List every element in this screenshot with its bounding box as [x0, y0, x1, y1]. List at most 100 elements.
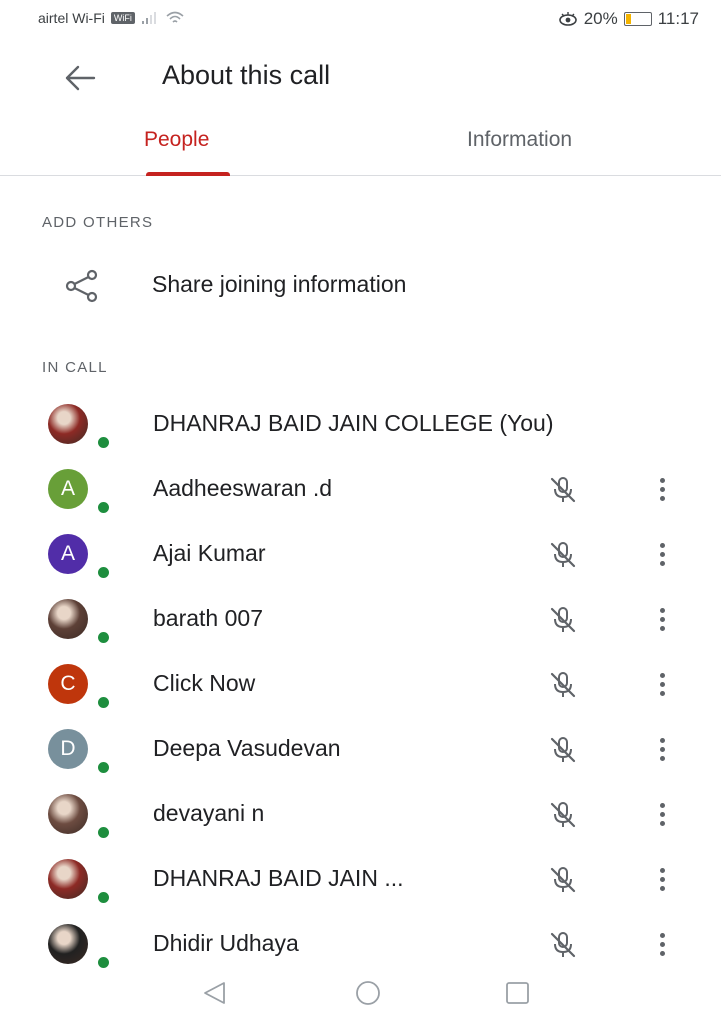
tab-people[interactable]: People [144, 128, 209, 152]
back-button[interactable] [58, 58, 102, 98]
more-vert-icon-dot [659, 746, 665, 752]
participant-row[interactable]: A Aadheeswaran .d [0, 457, 721, 521]
mic-off-icon [550, 802, 576, 828]
participant-name: Ajai Kumar [153, 540, 266, 566]
share-icon [65, 269, 98, 303]
participant-avatar [48, 404, 88, 444]
participant-row[interactable]: devayani n [0, 782, 721, 846]
nav-recents-button[interactable] [504, 980, 532, 1011]
participant-row[interactable]: barath 007 [0, 587, 721, 651]
status-bar: airtel Wi-Fi WiFi 20% 11:17 [0, 0, 721, 40]
more-vert-icon-dot [659, 672, 665, 678]
online-status-dot [96, 825, 111, 840]
app-bar: About this call [0, 48, 721, 108]
more-vert-icon-dot [659, 820, 665, 826]
eye-comfort-icon [558, 12, 577, 26]
participant-row[interactable]: DHANRAJ BAID JAIN ... [0, 847, 721, 911]
online-status-dot [96, 760, 111, 775]
status-right: 20% 11:17 [558, 9, 699, 29]
more-options-button[interactable] [648, 601, 676, 637]
participant-row[interactable]: A Ajai Kumar [0, 522, 721, 586]
more-vert-icon-dot [659, 486, 665, 492]
more-vert-icon-dot [659, 802, 665, 808]
more-vert-icon-dot [659, 941, 665, 947]
online-status-dot [96, 695, 111, 710]
online-status-dot [96, 890, 111, 905]
more-options-button[interactable] [648, 861, 676, 897]
participant-name: Deepa Vasudevan [153, 735, 341, 761]
wifi-badge: WiFi [110, 12, 135, 24]
more-vert-icon-dot [659, 542, 665, 548]
more-vert-icon-dot [659, 755, 665, 761]
participant-avatar [48, 599, 88, 639]
mic-off-icon [550, 542, 576, 568]
participant-name: barath 007 [153, 605, 263, 631]
participant-avatar [48, 924, 88, 964]
square-recents-icon [506, 982, 529, 1004]
clock: 11:17 [657, 9, 699, 28]
participant-avatar: A [48, 534, 88, 574]
signal-icon [141, 12, 156, 24]
mic-off-icon [550, 672, 576, 698]
triangle-back-icon [204, 982, 225, 1004]
wifi-icon [166, 11, 184, 23]
more-vert-icon-dot [659, 607, 665, 613]
participant-name: Aadheeswaran .d [153, 475, 333, 501]
participant-avatar: A [48, 469, 88, 509]
participant-name: DHANRAJ BAID JAIN COLLEGE (You) [153, 410, 554, 436]
nav-back-button[interactable] [200, 980, 228, 1011]
more-vert-icon-dot [659, 811, 665, 817]
page-title: About this call [162, 60, 331, 90]
battery-percent: 20% [583, 9, 618, 28]
add-others-header: ADD OTHERS [42, 214, 154, 231]
participant-avatar [48, 794, 88, 834]
more-vert-icon-dot [659, 876, 665, 882]
participant-name: Click Now [153, 670, 256, 696]
circle-home-icon [356, 981, 380, 1005]
active-tab-indicator [146, 172, 230, 176]
more-options-button[interactable] [648, 666, 676, 702]
more-vert-icon-dot [659, 950, 665, 956]
more-options-button[interactable] [648, 731, 676, 767]
more-vert-icon-dot [659, 737, 665, 743]
participant-avatar: C [48, 664, 88, 704]
more-vert-icon-dot [659, 495, 665, 501]
participant-avatar: D [48, 729, 88, 769]
more-options-button[interactable] [648, 796, 676, 832]
nav-home-button[interactable] [353, 980, 383, 1011]
participant-row[interactable]: C Click Now [0, 652, 721, 716]
more-options-button[interactable] [648, 471, 676, 507]
mic-off-icon [550, 932, 576, 958]
in-call-header: IN CALL [42, 359, 108, 376]
online-status-dot [96, 435, 111, 450]
more-vert-icon-dot [659, 625, 665, 631]
mic-off-icon [550, 607, 576, 633]
status-left: airtel Wi-Fi WiFi [38, 10, 185, 26]
participant-name: devayani n [153, 800, 265, 826]
more-options-button[interactable] [648, 536, 676, 572]
participant-avatar [48, 859, 88, 899]
participant-name: DHANRAJ BAID JAIN ... [153, 865, 404, 891]
mic-off-icon [550, 477, 576, 503]
participant-name: Dhidir Udhaya [153, 930, 299, 956]
share-joining-info-button[interactable]: Share joining information [0, 255, 721, 317]
online-status-dot [96, 630, 111, 645]
more-vert-icon-dot [659, 690, 665, 696]
more-vert-icon-dot [659, 551, 665, 557]
battery-icon [623, 12, 652, 26]
online-status-dot [96, 500, 111, 515]
share-joining-info-label: Share joining information [152, 271, 407, 297]
more-vert-icon-dot [659, 477, 665, 483]
arrow-back-icon [65, 65, 96, 91]
more-options-button[interactable] [648, 926, 676, 962]
participant-row[interactable]: DHANRAJ BAID JAIN COLLEGE (You) [0, 392, 721, 456]
system-nav-bar [0, 962, 721, 1023]
mic-off-icon [550, 867, 576, 893]
more-vert-icon-dot [659, 616, 665, 622]
participant-row[interactable]: D Deepa Vasudevan [0, 717, 721, 781]
carrier-label: airtel Wi-Fi [38, 10, 105, 26]
more-vert-icon-dot [659, 867, 665, 873]
battery-level [625, 14, 631, 24]
tab-information[interactable]: Information [467, 128, 572, 152]
more-vert-icon-dot [659, 885, 665, 891]
